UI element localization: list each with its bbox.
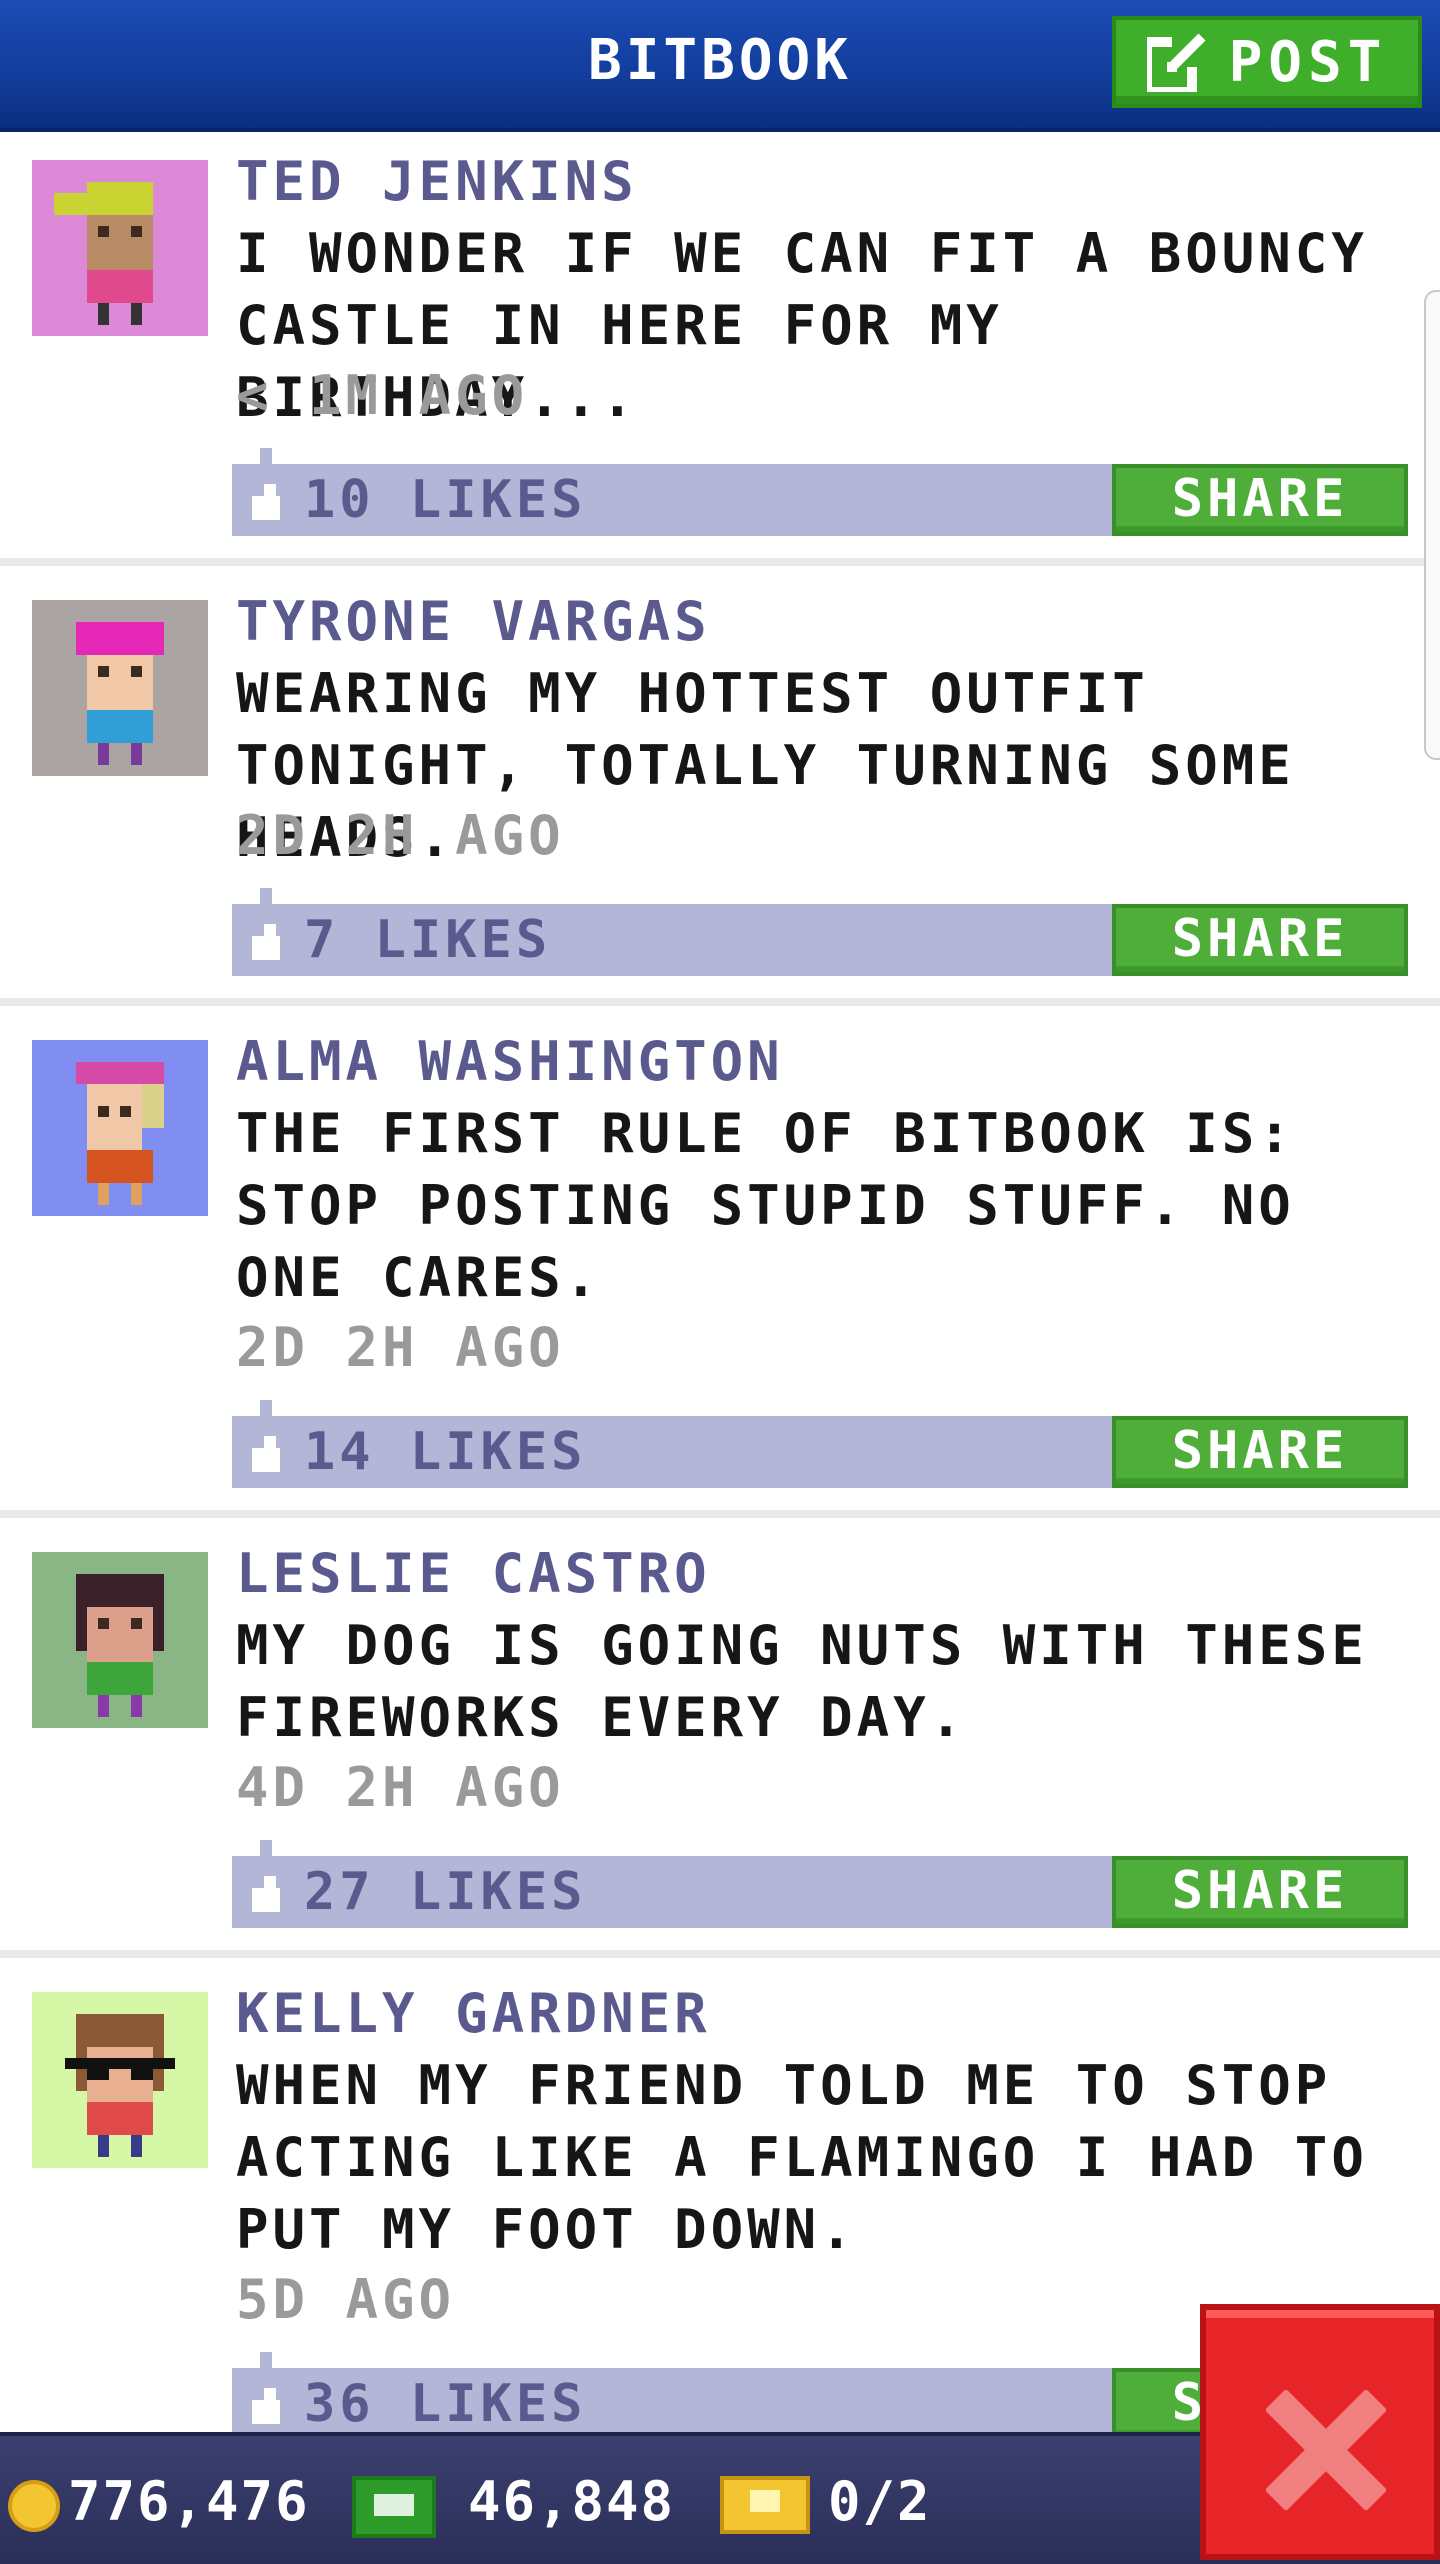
scroll-handle[interactable]: [1424, 290, 1440, 760]
coin-count: 776,476: [68, 2470, 310, 2533]
post-author-name[interactable]: TYRONE VARGAS: [236, 590, 711, 653]
post-author-name[interactable]: ALMA WASHINGTON: [236, 1030, 784, 1093]
cash-icon[interactable]: [352, 2476, 436, 2538]
like-count: 27 LIKES: [304, 1862, 587, 1922]
close-icon: [1266, 2390, 1386, 2510]
compose-icon: [1146, 32, 1207, 92]
avatar[interactable]: [32, 1992, 208, 2168]
app-header: BITBOOK POST: [0, 0, 1440, 132]
like-count: 7 LIKES: [304, 910, 552, 970]
thumbs-up-icon: [252, 888, 280, 960]
share-button[interactable]: SHARE: [1112, 1416, 1408, 1488]
bitizen-avatar: [32, 600, 208, 776]
like-bar[interactable]: 27 LIKES SHARE: [232, 1840, 1408, 1928]
ticket-icon[interactable]: [720, 2476, 810, 2534]
post-divider: [0, 558, 1440, 566]
like-count: 36 LIKES: [304, 2374, 587, 2434]
like-bar[interactable]: 10 LIKES SHARE: [232, 448, 1408, 536]
avatar[interactable]: [32, 160, 208, 336]
bitizen-avatar: [32, 1992, 208, 2168]
bitizen-avatar: [32, 1040, 208, 1216]
post-timestamp: 4D 2H AGO: [236, 1756, 565, 1819]
post-divider: [0, 1510, 1440, 1518]
post-button[interactable]: POST: [1112, 16, 1422, 108]
post-timestamp: 2D 2H AGO: [236, 804, 565, 867]
ticket-count: 0/2: [828, 2470, 932, 2533]
like-count: 10 LIKES: [304, 470, 587, 530]
share-button[interactable]: SHARE: [1112, 904, 1408, 976]
thumbs-up-icon: [252, 448, 280, 520]
bux-count: 46,848: [468, 2470, 676, 2533]
avatar[interactable]: [32, 1040, 208, 1216]
post-timestamp: < 1M AGO: [236, 364, 529, 427]
like-count: 14 LIKES: [304, 1422, 587, 1482]
close-button[interactable]: [1200, 2304, 1440, 2560]
share-button[interactable]: SHARE: [1112, 1856, 1408, 1928]
like-bar[interactable]: 7 LIKES SHARE: [232, 888, 1408, 976]
post-author-name[interactable]: TED JENKINS: [236, 150, 638, 213]
coin-icon: [8, 2480, 60, 2532]
post-text: MY DOG IS GOING NUTS WITH THESE FIREWORK…: [236, 1614, 1368, 1749]
thumbs-up-icon: [252, 1840, 280, 1912]
post-text: THE FIRST RULE OF BITBOOK IS: STOP POSTI…: [236, 1102, 1295, 1309]
bitizen-avatar: [32, 160, 208, 336]
avatar[interactable]: [32, 600, 208, 776]
post-divider: [0, 1950, 1440, 1958]
bitizen-avatar: [32, 1552, 208, 1728]
post-timestamp: 5D AGO: [236, 2268, 456, 2331]
post-button-label: POST: [1228, 29, 1388, 95]
like-bar[interactable]: 14 LIKES SHARE: [232, 1400, 1408, 1488]
post-author-name[interactable]: LESLIE CASTRO: [236, 1542, 711, 1605]
thumbs-up-icon: [252, 2352, 280, 2424]
share-button[interactable]: SHARE: [1112, 464, 1408, 536]
avatar[interactable]: [32, 1552, 208, 1728]
post-divider: [0, 998, 1440, 1006]
thumbs-up-icon: [252, 1400, 280, 1472]
post-author-name[interactable]: KELLY GARDNER: [236, 1982, 711, 2045]
post-text: WHEN MY FRIEND TOLD ME TO STOP ACTING LI…: [236, 2054, 1368, 2261]
post-timestamp: 2D 2H AGO: [236, 1316, 565, 1379]
